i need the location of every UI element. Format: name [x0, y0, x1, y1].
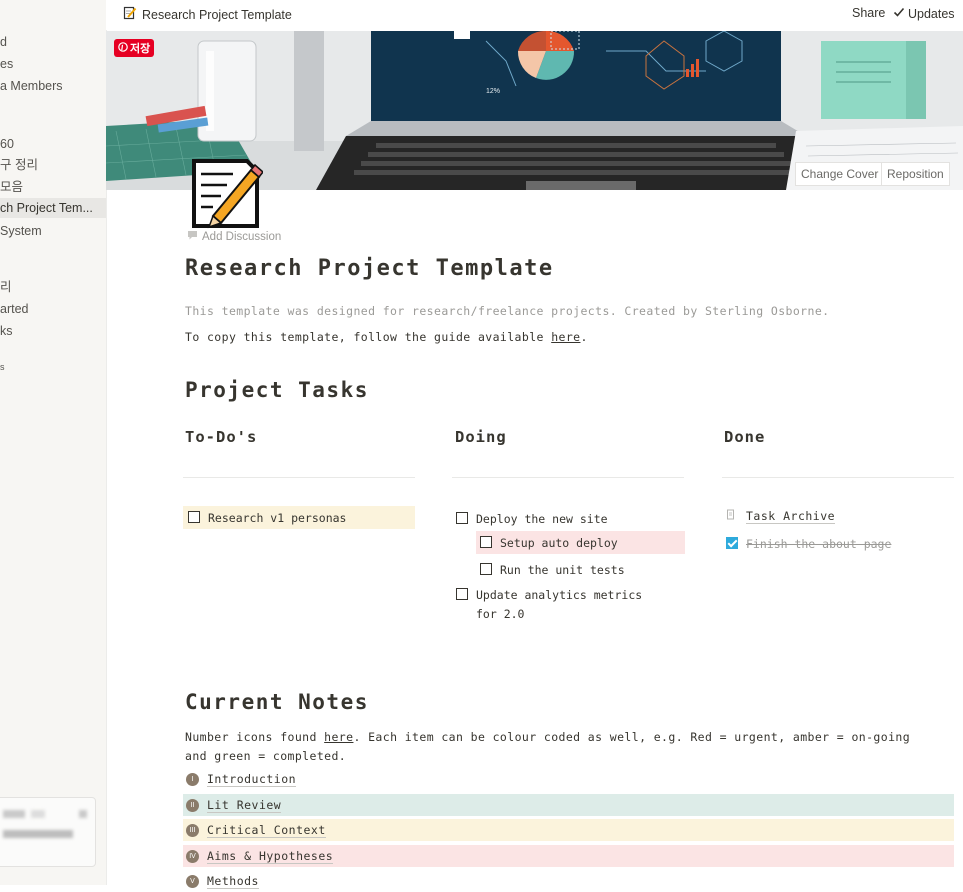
- todo-item[interactable]: Run the unit tests: [480, 558, 625, 580]
- note-item-label: Introduction: [207, 771, 297, 787]
- pinterest-save-button[interactable]: 저장: [114, 39, 155, 57]
- number-icon: I: [186, 772, 199, 786]
- checkbox-checked[interactable]: [726, 537, 738, 549]
- add-discussion-button[interactable]: Add Discussion: [187, 230, 281, 244]
- sidebar-item-started[interactable]: arted: [0, 299, 29, 319]
- breadcrumb[interactable]: Research Project Template: [123, 6, 292, 23]
- check-icon: [893, 6, 905, 21]
- pinterest-save-label: 저장: [130, 43, 151, 55]
- add-discussion-label: Add Discussion: [202, 231, 282, 243]
- current-notes-heading: Current Notes: [185, 690, 369, 714]
- task-archive-label: Task Archive: [746, 509, 836, 524]
- checkbox[interactable]: [480, 563, 492, 575]
- todo-item-label: Research v1 personas: [208, 511, 347, 525]
- checkbox[interactable]: [456, 588, 468, 600]
- todo-item[interactable]: Setup auto deploy: [476, 531, 685, 554]
- note-item-methods[interactable]: V Methods: [183, 870, 954, 892]
- note-item-lit-review[interactable]: II Lit Review: [183, 794, 954, 816]
- updates-label: Updates: [908, 6, 955, 21]
- number-icon: II: [186, 798, 199, 812]
- sidebar: d es a Members 60 구 정리 모음 ch Project Tem…: [0, 0, 107, 885]
- number-icons-link[interactable]: here: [324, 730, 353, 744]
- number-icon: IV: [186, 849, 199, 863]
- sidebar-item-members[interactable]: a Members: [0, 76, 63, 96]
- change-cover-button[interactable]: Change Cover: [795, 162, 885, 186]
- todo-item-label: Finish the about page: [746, 537, 892, 551]
- sidebar-item-research-project-template[interactable]: ch Project Tem...: [0, 198, 106, 218]
- sidebar-item[interactable]: 리: [0, 277, 12, 297]
- note-item-label: Aims & Hypotheses: [207, 848, 334, 864]
- copy-instructions: To copy this template, follow the guide …: [185, 330, 588, 344]
- note-item-label: Critical Context: [207, 822, 326, 838]
- todo-item-label: Deploy the new site: [476, 512, 608, 526]
- updates-button[interactable]: Updates: [893, 6, 955, 21]
- note-item-label: Methods: [207, 873, 259, 889]
- note-item-critical-context[interactable]: III Critical Context: [183, 819, 954, 841]
- note-item-label: Lit Review: [207, 797, 282, 813]
- notes-intro-text-rest: . Each item can be colour coded as well,…: [353, 730, 911, 744]
- page-icon: [726, 509, 736, 524]
- cover-chart-label: 12%: [486, 88, 500, 95]
- notes-intro-line2: and green = completed.: [185, 749, 347, 763]
- project-tasks-heading: Project Tasks: [185, 378, 369, 402]
- checkbox[interactable]: [456, 512, 468, 524]
- sidebar-item[interactable]: 구 정리: [0, 155, 38, 175]
- checkbox[interactable]: [480, 536, 492, 548]
- sidebar-item-tasks[interactable]: ks: [0, 321, 13, 341]
- share-button[interactable]: Share: [852, 6, 885, 20]
- pinterest-icon: [118, 41, 128, 55]
- breadcrumb-label: Research Project Template: [142, 7, 292, 22]
- sidebar-item[interactable]: 모음: [0, 177, 23, 197]
- sidebar-item[interactable]: es: [0, 54, 13, 74]
- task-archive-link[interactable]: Task Archive: [726, 509, 836, 524]
- topbar: Research Project Template Share Updates: [106, 0, 963, 30]
- guide-link[interactable]: here: [551, 330, 580, 344]
- sidebar-item[interactable]: d: [0, 32, 7, 52]
- sidebar-item[interactable]: 60: [0, 134, 14, 154]
- comment-icon: [187, 230, 198, 244]
- copy-instructions-end: .: [580, 330, 588, 344]
- number-icon: V: [186, 874, 199, 888]
- sidebar-item-system[interactable]: System: [0, 221, 42, 241]
- page-title[interactable]: Research Project Template: [185, 256, 554, 281]
- todo-item-done[interactable]: Finish the about page: [726, 532, 891, 554]
- column-divider: [183, 477, 415, 478]
- memo-icon: [123, 6, 137, 23]
- note-item-introduction[interactable]: I Introduction: [183, 768, 954, 790]
- number-icon: III: [186, 823, 199, 837]
- doing-column-heading: Doing: [455, 428, 507, 446]
- page-description: This template was designed for research/…: [185, 304, 830, 318]
- sidebar-item[interactable]: s: [0, 357, 5, 377]
- todo-item[interactable]: Deploy the new site: [456, 507, 608, 529]
- todo-column-heading: To-Do's: [185, 428, 258, 446]
- done-column-heading: Done: [724, 428, 766, 446]
- column-divider: [452, 477, 684, 478]
- todo-item-label-line2: for 2.0: [476, 607, 525, 621]
- todo-item[interactable]: Update analytics metrics for 2.0: [456, 583, 642, 623]
- todo-item-label: Update analytics metrics for 2.0: [476, 583, 642, 624]
- reposition-button[interactable]: Reposition: [881, 162, 950, 186]
- todo-item[interactable]: Research v1 personas: [183, 506, 415, 529]
- notes-intro-text: Number icons found: [185, 730, 325, 744]
- todo-item-label: Setup auto deploy: [500, 536, 618, 550]
- copy-instructions-text: To copy this template, follow the guide …: [185, 330, 552, 344]
- column-divider: [722, 477, 954, 478]
- page-icon-memo[interactable]: [191, 158, 265, 230]
- note-item-aims-hypotheses[interactable]: IV Aims & Hypotheses: [183, 845, 954, 867]
- notes-intro: Number icons found here. Each item can b…: [185, 728, 955, 766]
- user-card[interactable]: [0, 797, 96, 867]
- todo-item-label: Run the unit tests: [500, 563, 625, 577]
- todo-item-label-line1: Update analytics metrics: [476, 588, 643, 602]
- checkbox[interactable]: [188, 511, 200, 523]
